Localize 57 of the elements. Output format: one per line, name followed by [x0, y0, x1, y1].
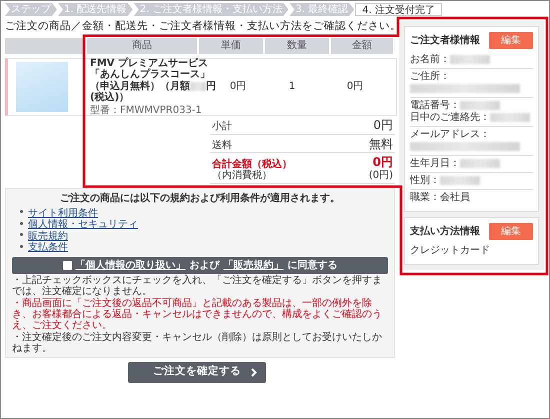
terms-link[interactable]: 支払条件: [28, 242, 68, 254]
card-title: 支払い方法情報: [410, 224, 480, 239]
bullet-icon: [20, 210, 23, 214]
column-header: 数量: [265, 38, 329, 54]
redacted-value: [450, 54, 490, 64]
bullet-icon: [20, 233, 23, 236]
agree-text: および: [190, 258, 220, 273]
breadcrumb-step: 4. 注文受付完了: [355, 3, 442, 16]
redacted-value: [460, 100, 500, 110]
field-label: メールアドレス：: [410, 129, 491, 141]
summary-label: 小計: [212, 121, 232, 133]
field-value: 会社員: [440, 192, 470, 203]
bullet-icon: [20, 222, 23, 225]
redacted-value: [440, 176, 480, 185]
redacted-value: [460, 158, 500, 168]
total-value: 0円: [372, 156, 393, 170]
agree-checkbox[interactable]: [62, 260, 72, 270]
redacted-value: [490, 112, 530, 122]
summary-label: 送料: [212, 140, 232, 152]
warning-note: ・商品画面に「ご注文後の返品不可商品」と記載のある製品は、一部の例外を除き、お客様都合による返品・キャンセルはできませんので、構成をよくご確認のうえ、ご注文ください。: [12, 298, 383, 331]
column-header: 金額: [331, 38, 393, 54]
redacted-value: [190, 82, 206, 91]
field-label: ご住所：: [410, 71, 451, 83]
table-cell-text: 1: [288, 80, 296, 94]
column-header: 商品: [87, 38, 197, 54]
field-label: 電話番号：: [410, 100, 460, 111]
photo-placeholder: [16, 62, 68, 112]
total-label: 合計金額（税込）: [212, 158, 292, 170]
field-label: 職業：: [410, 192, 440, 203]
note-text: ・注文確定後のご注文内容変更・キャンセル（削除）は原則としてお受けいたしかねます。: [12, 332, 383, 354]
summary-value: 0円: [373, 118, 393, 133]
agree-text: に同意する: [288, 258, 338, 273]
agreement-link[interactable]: 「販売規約」: [224, 258, 284, 273]
model-number: 型番：FMWMVPR033-1: [90, 104, 203, 116]
note-text: ・上記チェックボックスにチェックを入れ、「ご注文を確定する」ボタンを押すまでは、注文確定になりません。: [12, 274, 383, 297]
terms-link[interactable]: 個人情報・セキュリティ: [28, 219, 138, 230]
chevron-icon: [251, 368, 257, 377]
page-heading: ご注文の商品／金額・配送先・ご注文者様情報・支払い方法をご確認ください。: [5, 19, 402, 34]
bullet-icon: [20, 244, 23, 248]
field-value: クレジットカード: [410, 245, 490, 256]
summary-value: 無料: [369, 138, 393, 152]
field-label: 生年月日：: [410, 158, 460, 169]
tax-label: （内消費税）: [212, 170, 273, 182]
field-label: お名前：: [410, 54, 450, 65]
table-cell-text: 0円: [346, 80, 364, 94]
agreement-link[interactable]: 「個人情報の取り扱い」: [76, 258, 186, 273]
terms-heading: ご注文の商品には以下の規約および利用条件が適用されます。: [59, 191, 341, 206]
field-label: 日中のご連絡先：: [410, 112, 490, 123]
terms-link[interactable]: 販売規約: [28, 230, 68, 242]
card-title: ご注文者様情報: [410, 33, 480, 48]
table-cell-text: 0円: [228, 80, 248, 94]
tax-value: (0円): [368, 170, 393, 182]
confirm-order-button[interactable]: ご注文を確定する: [128, 362, 266, 383]
field-label: 性別：: [410, 175, 440, 186]
product-name: FMV プレミアムサービス「あんしんプラスコース」（申込月無料）（月額 円(税込)）: [90, 58, 216, 104]
terms-link[interactable]: サイト利用条件: [28, 208, 98, 219]
column-header: 単価: [199, 38, 263, 54]
